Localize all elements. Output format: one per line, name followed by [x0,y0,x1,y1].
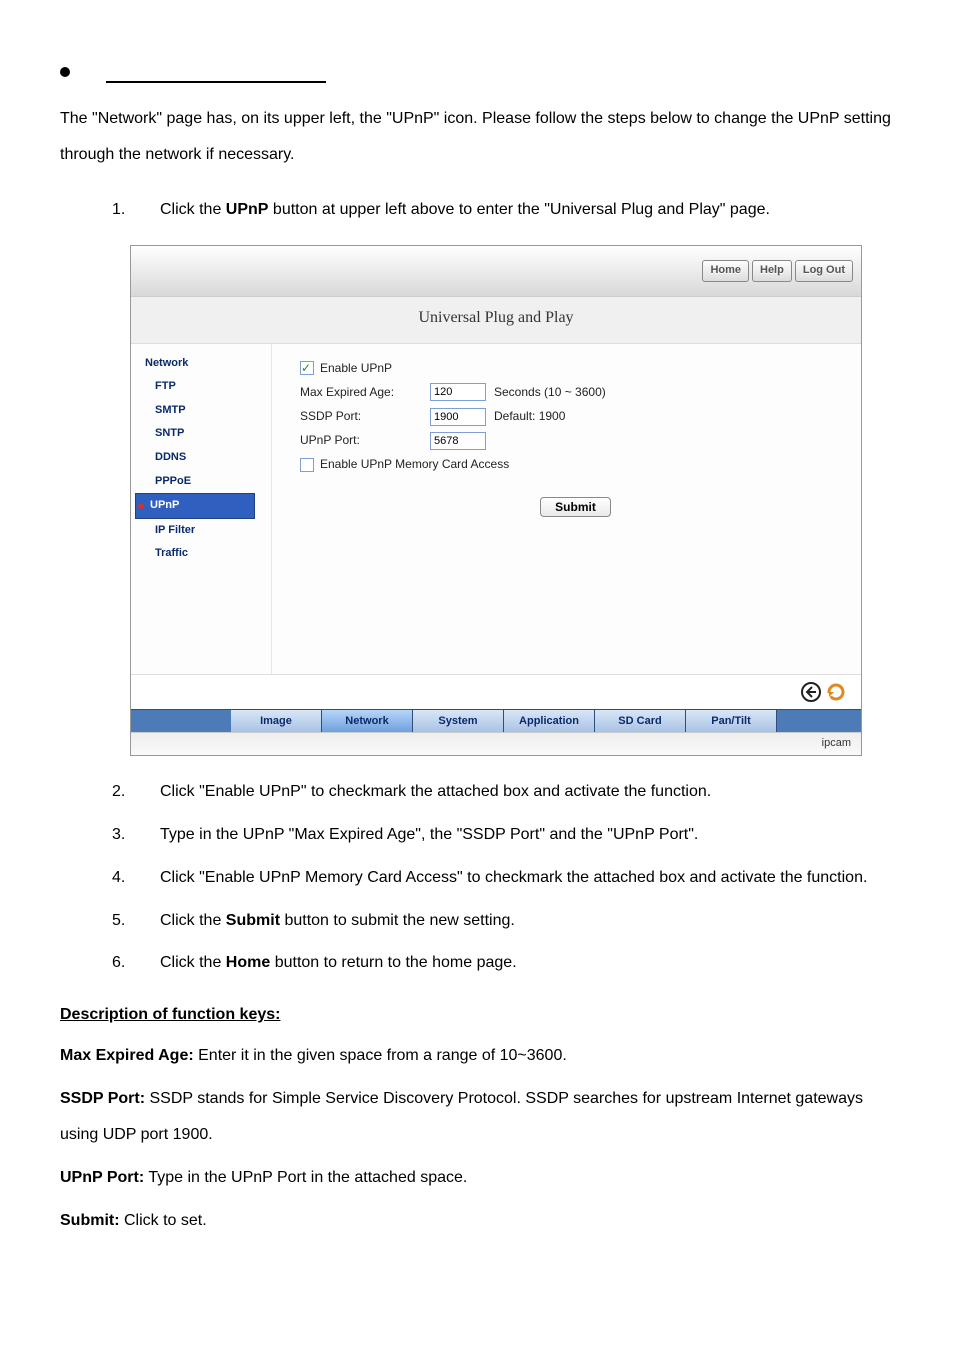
desc-val: Type in the UPnP Port in the attached sp… [144,1169,467,1186]
desc-val: SSDP stands for Simple Service Discovery… [60,1090,863,1144]
step-pre: Click the [160,912,226,929]
sidebar-item-smtp[interactable]: SMTP [131,399,271,423]
tab-application[interactable]: Application [504,710,595,732]
tab-system[interactable]: System [413,710,504,732]
description-heading: Description of function keys: [60,1002,894,1028]
page-title: Universal Plug and Play [131,296,861,344]
sidebar-item-ftp[interactable]: FTP [131,375,271,399]
step-number: 5. [112,903,160,940]
max-age-hint: Seconds (10 ~ 3600) [494,383,606,402]
heading-underline [106,55,326,83]
step-text: Click the UPnP button at upper left abov… [160,192,894,229]
refresh-icon[interactable] [825,681,847,703]
sidebar-item-sntp[interactable]: SNTP [131,422,271,446]
step-number: 1. [112,192,160,229]
step-text: Type in the UPnP "Max Expired Age", the … [160,817,894,854]
step-text: Click the Home button to return to the h… [160,945,894,982]
desc-line-submit: Submit: Click to set. [60,1203,894,1240]
step-post: button to return to the home page. [270,954,516,971]
desc-line-ssdp: SSDP Port: SSDP stands for Simple Servic… [60,1081,894,1155]
tab-network[interactable]: Network [322,710,413,732]
step-number: 6. [112,945,160,982]
tab-image[interactable]: Image [231,710,322,732]
step-text: Click "Enable UPnP Memory Card Access" t… [160,860,894,897]
top-button-bar: Home Help Log Out [131,246,861,296]
step-number: 2. [112,774,160,811]
submit-button[interactable]: Submit [540,497,611,517]
step-post: button to submit the new setting. [280,912,515,929]
form-content: Enable UPnP Max Expired Age: Seconds (10… [272,344,861,674]
max-age-label: Max Expired Age: [300,383,430,402]
tab-pantilt[interactable]: Pan/Tilt [686,710,777,732]
enable-upnp-checkbox[interactable] [300,361,314,375]
step-bold: UPnP [226,201,269,218]
desc-key: SSDP Port: [60,1090,145,1107]
step-number: 4. [112,860,160,897]
step-post: button at upper left above to enter the … [268,201,769,218]
step-pre: Click the [160,954,226,971]
max-age-input[interactable] [430,383,486,401]
desc-line-max: Max Expired Age: Enter it in the given s… [60,1038,894,1075]
logout-button[interactable]: Log Out [795,260,853,282]
upnp-port-label: UPnP Port: [300,431,430,450]
sidebar-item-network[interactable]: Network [131,352,271,376]
bottom-tabs: Image Network System Application SD Card… [131,709,861,732]
back-arrow-icon[interactable] [800,681,822,703]
desc-key: Submit: [60,1212,120,1229]
step-text: Click "Enable UPnP" to checkmark the att… [160,774,894,811]
enable-upnp-label: Enable UPnP [320,359,392,378]
upnp-port-input[interactable] [430,432,486,450]
intro-paragraph: The "Network" page has, on its upper lef… [60,101,894,175]
tab-sdcard[interactable]: SD Card [595,710,686,732]
enable-memcard-checkbox[interactable] [300,458,314,472]
step-text: Click the Submit button to submit the ne… [160,903,894,940]
steps-list-2: 2. Click "Enable UPnP" to checkmark the … [60,774,894,982]
sidebar: Network FTP SMTP SNTP DDNS PPPoE UPnP IP… [131,344,272,674]
help-button[interactable]: Help [752,260,792,282]
desc-key: Max Expired Age: [60,1047,194,1064]
sidebar-item-traffic[interactable]: Traffic [131,542,271,566]
sidebar-item-ddns[interactable]: DDNS [131,446,271,470]
sidebar-item-ipfilter[interactable]: IP Filter [131,519,271,543]
ssdp-port-label: SSDP Port: [300,407,430,426]
enable-memcard-label: Enable UPnP Memory Card Access [320,455,509,474]
desc-key: UPnP Port: [60,1169,144,1186]
embedded-screenshot: Home Help Log Out Universal Plug and Pla… [130,245,862,756]
desc-line-upnp: UPnP Port: Type in the UPnP Port in the … [60,1160,894,1197]
sidebar-item-upnp[interactable]: UPnP [135,493,255,519]
step-bold: Home [226,954,270,971]
desc-val: Enter it in the given space from a range… [194,1047,567,1064]
ssdp-port-input[interactable] [430,408,486,426]
brand-footer: ipcam [131,732,861,756]
icon-bar [131,674,861,709]
bullet-icon [60,67,70,77]
step-pre: Click the [160,201,226,218]
step-number: 3. [112,817,160,854]
steps-list: 1. Click the UPnP button at upper left a… [60,192,894,229]
desc-val: Click to set. [120,1212,207,1229]
heading-row [60,55,894,83]
sidebar-item-pppoe[interactable]: PPPoE [131,470,271,494]
home-button[interactable]: Home [702,260,749,282]
step-bold: Submit [226,912,280,929]
ssdp-port-hint: Default: 1900 [494,407,565,426]
